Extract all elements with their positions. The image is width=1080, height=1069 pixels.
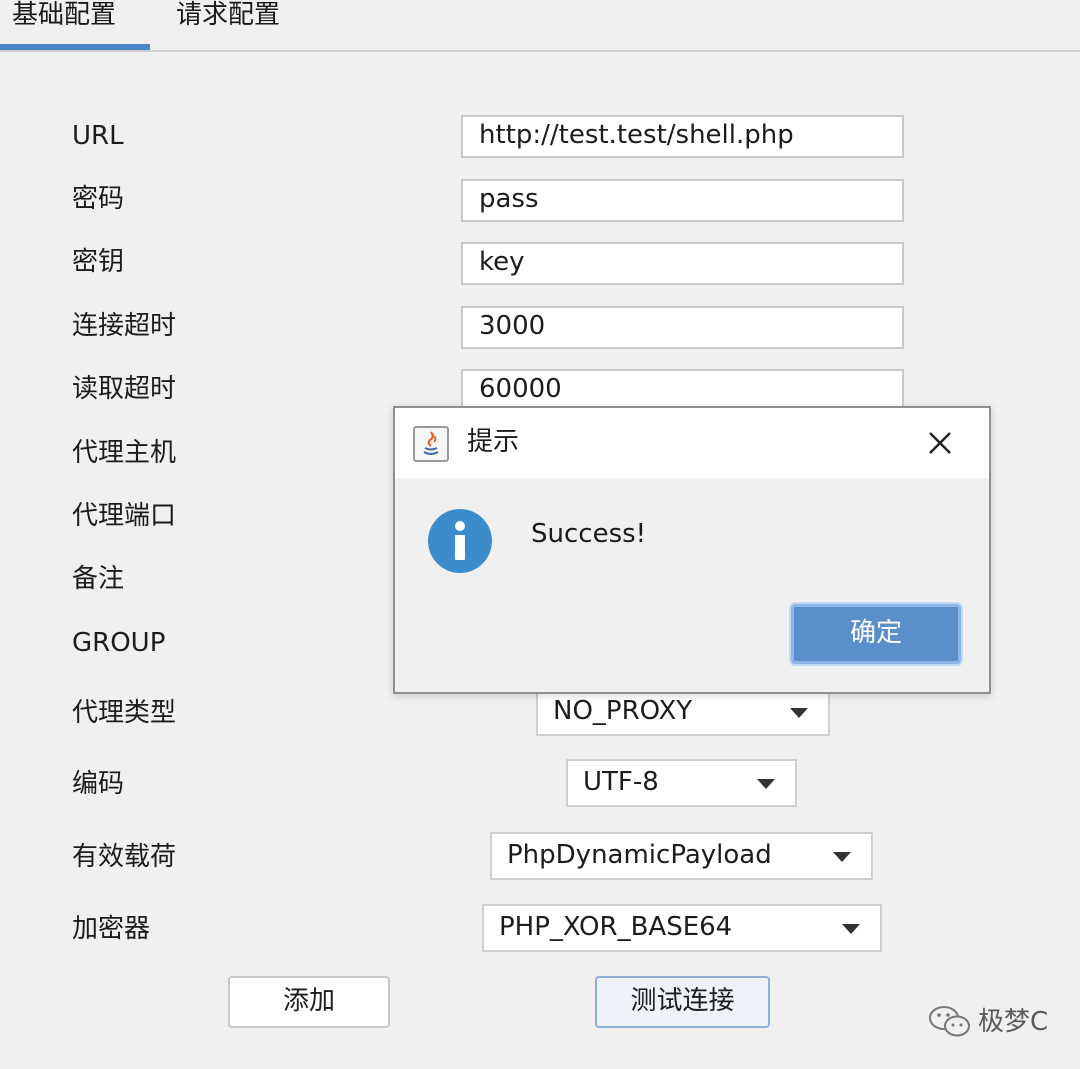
connect-timeout-label: 连接超时 xyxy=(72,311,177,341)
tab-bar: 基础配置 请求配置 xyxy=(0,0,1080,52)
payload-select[interactable]: PhpDynamicPayload xyxy=(490,832,873,880)
info-icon xyxy=(427,508,493,574)
chevron-down-icon xyxy=(842,924,860,934)
password-input[interactable]: pass xyxy=(461,179,904,222)
url-label: URL xyxy=(72,121,124,151)
ok-button[interactable]: 确定 xyxy=(791,604,961,664)
encoding-label: 编码 xyxy=(72,769,125,799)
proxy-host-label: 代理主机 xyxy=(72,438,177,468)
password-label: 密码 xyxy=(72,184,125,214)
payload-label: 有效载荷 xyxy=(72,842,177,872)
active-tab-indicator xyxy=(0,44,150,50)
tab-request-config[interactable]: 请求配置 xyxy=(176,0,280,50)
key-label: 密钥 xyxy=(72,247,125,277)
add-button[interactable]: 添加 xyxy=(228,976,390,1028)
dialog-title: 提示 xyxy=(467,427,520,457)
watermark-text: 极梦C xyxy=(978,1007,1049,1037)
tab-basic-config[interactable]: 基础配置 xyxy=(12,0,116,50)
read-timeout-label: 读取超时 xyxy=(72,374,177,404)
proxy-type-label: 代理类型 xyxy=(72,698,177,728)
encryptor-label: 加密器 xyxy=(72,914,151,944)
watermark: 极梦C xyxy=(928,1004,1058,1044)
message-dialog: 提示 Success! 确定 xyxy=(393,406,991,694)
encryptor-select[interactable]: PHP_XOR_BASE64 xyxy=(482,904,882,952)
url-input[interactable]: http://test.test/shell.php xyxy=(461,115,904,158)
chevron-down-icon xyxy=(790,708,808,718)
encoding-select[interactable]: UTF-8 xyxy=(566,759,797,807)
proxy-type-select[interactable]: NO_PROXY xyxy=(536,688,830,736)
wechat-icon xyxy=(929,1006,970,1037)
proxy-port-label: 代理端口 xyxy=(72,501,177,531)
encoding-value: UTF-8 xyxy=(583,767,659,797)
chevron-down-icon xyxy=(833,852,851,862)
key-input[interactable]: key xyxy=(461,242,904,285)
connect-timeout-input[interactable]: 3000 xyxy=(461,306,904,349)
dialog-title-bar: 提示 xyxy=(395,408,989,478)
java-icon xyxy=(413,426,449,462)
test-connection-button[interactable]: 测试连接 xyxy=(595,976,770,1028)
proxy-type-value: NO_PROXY xyxy=(553,696,693,726)
chevron-down-icon xyxy=(757,779,775,789)
close-icon[interactable] xyxy=(925,428,955,458)
note-label: 备注 xyxy=(72,564,125,594)
group-label: GROUP xyxy=(72,628,166,658)
dialog-message: Success! xyxy=(531,519,647,549)
encryptor-value: PHP_XOR_BASE64 xyxy=(499,912,733,942)
payload-value: PhpDynamicPayload xyxy=(507,840,772,870)
